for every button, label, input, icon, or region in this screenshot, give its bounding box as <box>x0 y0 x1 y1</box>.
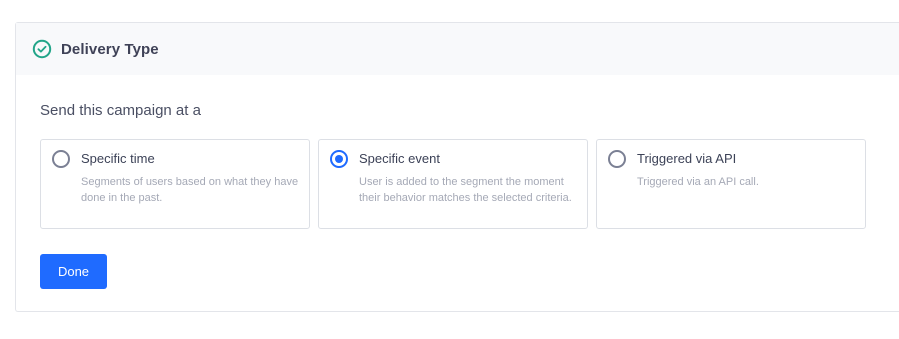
card-title: Delivery Type <box>61 40 159 58</box>
radio-triggered-via-api[interactable] <box>608 150 626 168</box>
option-specific-time[interactable]: Specific time Segments of users based on… <box>40 139 310 229</box>
option-description: Triggered via an API call. <box>637 176 759 188</box>
option-title: Triggered via API <box>637 151 737 166</box>
option-description: User is added to the segment the moment … <box>359 176 572 204</box>
option-triggered-via-api[interactable]: Triggered via API Triggered via an API c… <box>596 139 866 229</box>
done-button[interactable]: Done <box>40 254 107 289</box>
option-specific-event[interactable]: Specific event User is added to the segm… <box>318 139 588 229</box>
card-header: Delivery Type <box>16 23 899 75</box>
delivery-prompt: Send this campaign at a <box>40 102 201 119</box>
option-title: Specific time <box>81 151 155 166</box>
option-title: Specific event <box>359 151 440 166</box>
option-description: Segments of users based on what they hav… <box>81 176 299 204</box>
delivery-type-card: Delivery Type Send this campaign at a Sp… <box>15 22 899 312</box>
radio-specific-time[interactable] <box>52 150 70 168</box>
check-circle-icon <box>32 39 52 59</box>
radio-specific-event[interactable] <box>330 150 348 168</box>
